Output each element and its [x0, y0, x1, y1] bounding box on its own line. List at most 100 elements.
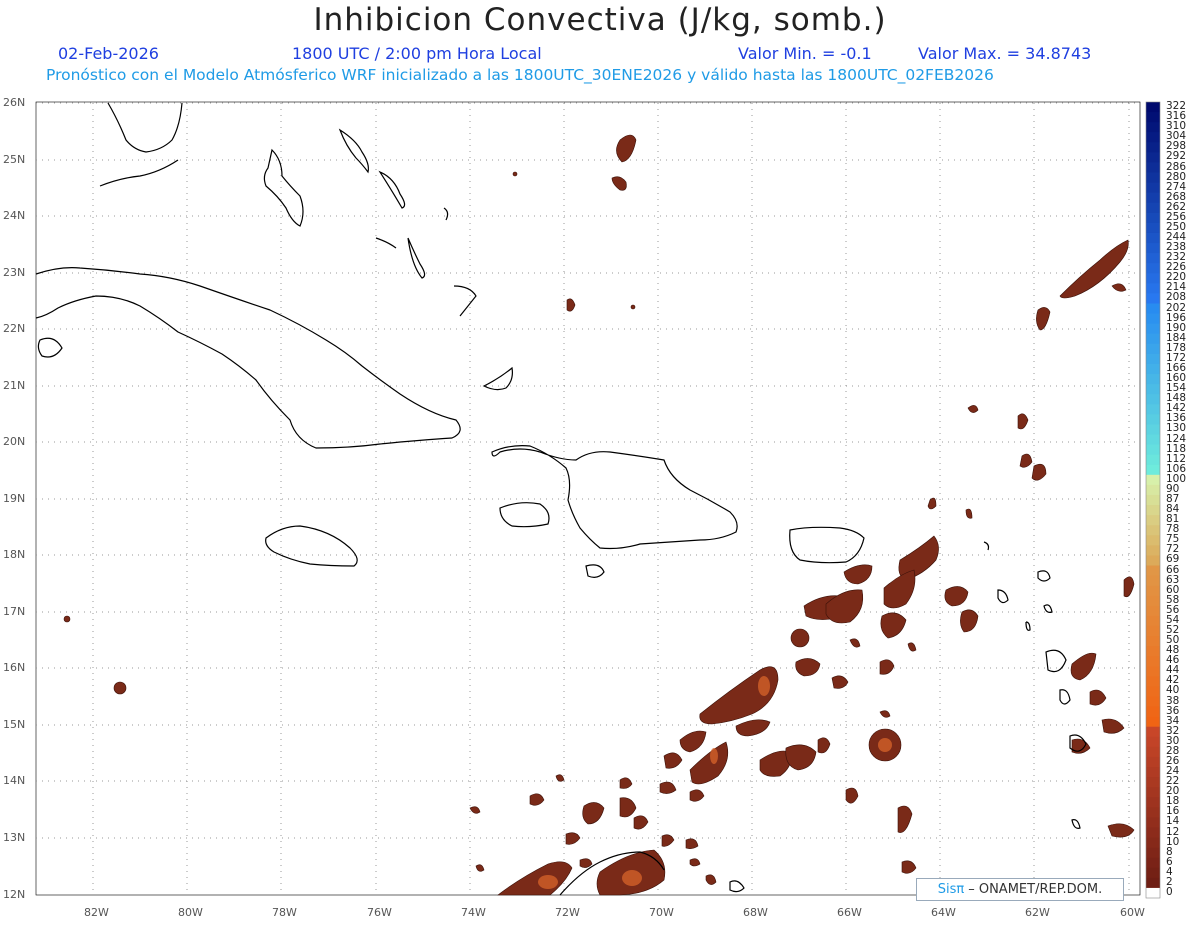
colorbar-label: 292: [1166, 150, 1187, 163]
colorbar-swatch: [1146, 152, 1160, 163]
colorbar-label: 40: [1166, 684, 1180, 697]
bahamas-andros: [263, 148, 304, 227]
colorbar-swatch: [1146, 122, 1160, 133]
colorbar-swatch: [1146, 867, 1160, 879]
colorbar-swatch: [1146, 575, 1160, 587]
credit-text: – ONAMET/REP.DOM.: [968, 882, 1103, 897]
colorbar-swatch: [1146, 212, 1160, 224]
colorbar-swatch: [1146, 253, 1160, 264]
cin-shading: [63, 134, 1135, 896]
colorbar-swatch: [1146, 333, 1160, 345]
colorbar-swatch: [1146, 857, 1160, 869]
colorbar-swatch: [1146, 887, 1160, 899]
lat-label: 22N: [3, 322, 26, 335]
lon-label: 70W: [649, 906, 674, 919]
colorbar-label: 66: [1166, 563, 1180, 576]
lat-label: 24N: [3, 209, 26, 222]
lon-label: 74W: [461, 906, 486, 919]
colorbar-swatch: [1146, 293, 1160, 305]
colorbar-swatch: [1146, 505, 1160, 516]
colorbar-swatch: [1146, 847, 1160, 859]
colorbar-swatch: [1146, 263, 1160, 274]
colorbar-swatch: [1146, 323, 1160, 335]
colorbar-label: 124: [1166, 432, 1187, 445]
lat-label: 25N: [3, 153, 26, 166]
lon-label: 60W: [1120, 906, 1145, 919]
hispaniola-coast: [491, 445, 738, 550]
colorbar-swatch: [1146, 202, 1160, 214]
lon-label: 64W: [931, 906, 956, 919]
lat-label: 21N: [3, 379, 26, 392]
jamaica-coast: [265, 525, 358, 567]
colorbar-swatch: [1146, 484, 1160, 496]
lon-label: 82W: [84, 906, 109, 919]
colorbar-swatch: [1146, 646, 1160, 657]
colorbar-swatch: [1146, 817, 1160, 828]
colorbar-label: 69: [1166, 553, 1180, 566]
colorbar-swatch: [1146, 454, 1160, 466]
colorbar-swatch: [1146, 444, 1160, 456]
colorbar-swatch: [1146, 746, 1160, 758]
lon-label: 62W: [1025, 906, 1050, 919]
lat-label: 17N: [3, 605, 26, 618]
lon-label: 68W: [743, 906, 768, 919]
colorbar-label: 130: [1166, 422, 1187, 435]
lat-label: 12N: [3, 888, 26, 901]
colorbar: [1145, 101, 1161, 899]
colorbar-label: 202: [1166, 301, 1187, 314]
graticule: [36, 102, 1140, 895]
colorbar-label: 286: [1166, 160, 1187, 173]
lon-label: 76W: [367, 906, 392, 919]
colorbar-swatch: [1146, 807, 1160, 818]
lon-label: 78W: [272, 906, 297, 919]
colorbar-swatch: [1146, 303, 1160, 315]
florida-coast: [107, 102, 183, 153]
colorbar-swatch: [1146, 102, 1160, 113]
colorbar-swatch: [1146, 615, 1160, 627]
colorbar-swatch: [1146, 585, 1160, 597]
colorbar-swatch: [1146, 363, 1160, 375]
colorbar-swatch: [1146, 636, 1160, 647]
lat-label: 13N: [3, 831, 26, 844]
colorbar-swatch: [1146, 343, 1160, 355]
colorbar-swatch: [1146, 666, 1160, 677]
colorbar-swatch: [1146, 182, 1160, 194]
colorbar-swatch: [1146, 172, 1160, 184]
colorbar-swatch: [1146, 837, 1160, 849]
colorbar-swatch: [1146, 716, 1160, 728]
colorbar-swatch: [1146, 545, 1160, 556]
colorbar-swatch: [1146, 525, 1160, 536]
colorbar-swatch: [1146, 515, 1160, 526]
colorbar-swatch: [1146, 162, 1160, 174]
colorbar-swatch: [1146, 736, 1160, 748]
credit-box: Sisπ – ONAMET/REP.DOM.: [916, 878, 1124, 901]
colorbar-label: 12: [1166, 825, 1180, 838]
colorbar-swatch: [1146, 434, 1160, 446]
colorbar-swatch: [1146, 414, 1160, 425]
colorbar-swatch: [1146, 605, 1160, 617]
colorbar-swatch: [1146, 767, 1160, 778]
colorbar-label: 208: [1166, 291, 1187, 304]
isla-juventud: [37, 337, 63, 358]
cuba-coast: [35, 267, 461, 449]
lat-label: 19N: [3, 492, 26, 505]
colorbar-label: 38: [1166, 694, 1180, 707]
lat-label: 23N: [3, 266, 26, 279]
colorbar-swatch: [1146, 132, 1160, 143]
lat-label: 14N: [3, 774, 26, 787]
map-canvas: [35, 101, 1161, 899]
colorbar-swatch: [1146, 555, 1160, 566]
colorbar-swatch: [1146, 384, 1160, 395]
colorbar-swatch: [1146, 222, 1160, 234]
lon-label: 72W: [555, 906, 580, 919]
lat-label: 18N: [3, 548, 26, 561]
colorbar-swatch: [1146, 283, 1160, 294]
colorbar-swatch: [1146, 394, 1160, 405]
colorbar-swatch: [1146, 424, 1160, 436]
colorbar-swatch: [1146, 535, 1160, 546]
colorbar-swatch: [1146, 313, 1160, 325]
colorbar-swatch: [1146, 706, 1160, 718]
colorbar-swatch: [1146, 192, 1160, 204]
lat-label: 26N: [3, 96, 26, 109]
colorbar-label: 10: [1166, 835, 1180, 848]
